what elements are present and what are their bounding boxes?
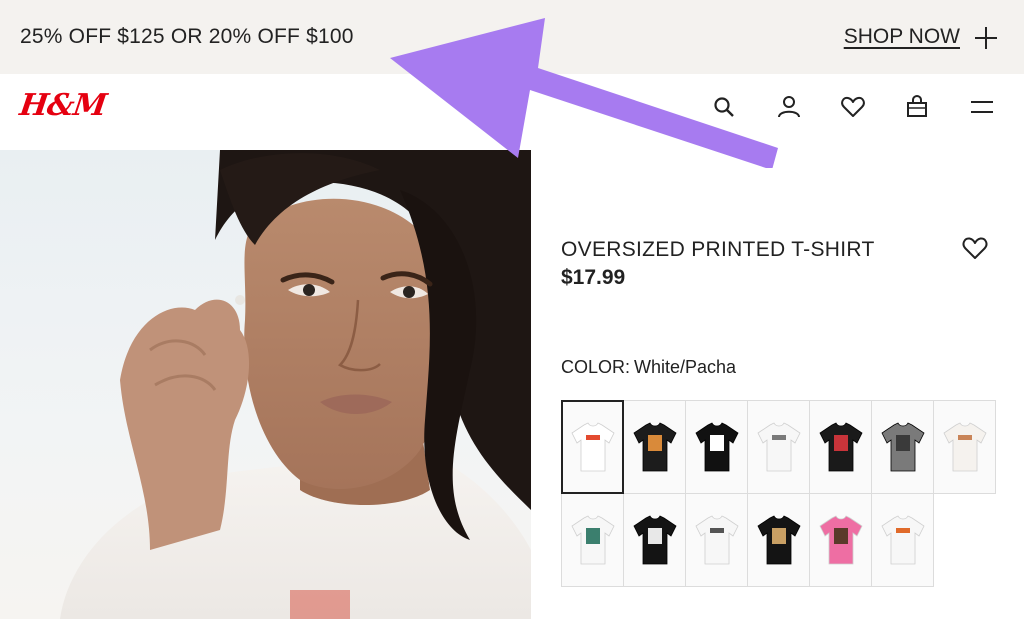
color-swatch[interactable] [809,493,872,587]
tshirt-thumbnail [818,422,863,472]
product-title: OVERSIZED PRINTED T-SHIRT [561,238,875,261]
model-photo [60,150,531,619]
plus-icon[interactable] [973,25,999,51]
bag-icon[interactable] [904,94,930,120]
color-swatch[interactable] [623,493,686,587]
tshirt-thumbnail [880,422,925,472]
color-value: White/Pacha [634,357,737,377]
tshirt-thumbnail [570,515,615,565]
tshirt-thumbnail [694,515,739,565]
promo-text: 25% OFF $125 OR 20% OFF $100 [20,25,354,48]
tshirt-thumbnail [880,515,925,565]
color-swatch[interactable] [623,400,686,494]
color-swatch[interactable] [561,400,624,494]
color-swatch[interactable] [747,493,810,587]
product-hero-image [0,150,531,619]
color-swatch[interactable] [561,493,624,587]
tshirt-thumbnail [756,515,801,565]
favorites-icon[interactable] [840,94,866,120]
brand-logo[interactable]: H&M [18,88,109,123]
tshirt-thumbnail [632,515,677,565]
annotation-arrow [390,18,778,168]
tshirt-thumbnail [570,422,615,472]
tshirt-thumbnail [942,422,987,472]
add-to-favorites-icon[interactable] [961,235,989,261]
color-swatch[interactable] [685,400,748,494]
product-price: $17.99 [561,266,626,289]
color-swatch[interactable] [871,493,934,587]
color-swatch[interactable] [747,400,810,494]
color-swatch-grid [561,400,996,587]
color-label-prefix: COLOR: [561,357,631,377]
color-swatch[interactable] [871,400,934,494]
tshirt-thumbnail [632,422,677,472]
tshirt-thumbnail [818,515,863,565]
color-swatch[interactable] [809,400,872,494]
color-swatch[interactable] [685,493,748,587]
tshirt-thumbnail [756,422,801,472]
shop-now-link[interactable]: SHOP NOW [844,25,960,49]
color-swatch[interactable] [933,400,996,494]
color-label: COLOR: White/Pacha [561,357,736,378]
tshirt-thumbnail [694,422,739,472]
menu-icon[interactable] [969,94,995,120]
